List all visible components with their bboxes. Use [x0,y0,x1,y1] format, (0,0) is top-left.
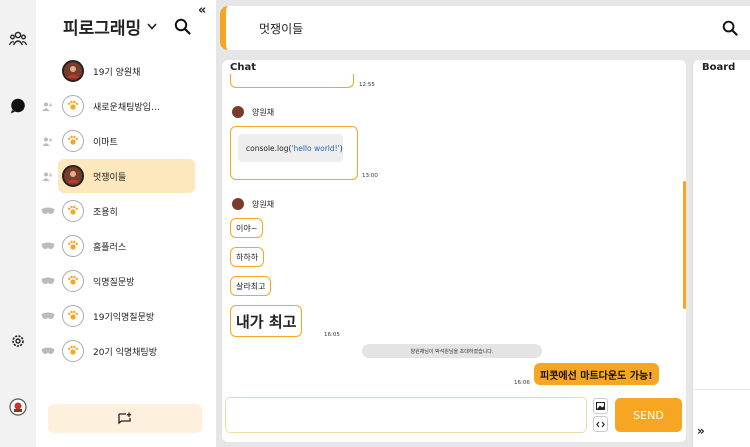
room-sidebar: 피로그래밍 « 19기 양원채새로운채팅방입… 이마트멋쟁이들조용히홈플러스익명질… [36,0,216,447]
room-item[interactable]: 이마트 [58,124,195,158]
room-item[interactable]: 20기 익명채팅방 [58,334,195,368]
system-notice: 양원채님이 박석원님을 초대하였습니다. [362,344,542,358]
room-name: 조용히 [93,207,118,218]
chat-bubble-icon[interactable] [8,96,28,116]
message-bubble: 하하하 [230,247,265,267]
room-item[interactable]: 홈플러스 [58,229,195,263]
board-panel: Board » [692,60,750,447]
chevron-down-icon [147,23,157,30]
message-sender: 양원채 [232,198,274,210]
code-block-icon[interactable] [593,416,608,432]
room-name: 홈플러스 [93,242,127,253]
sender-name: 양원채 [252,199,275,209]
room-name: 20기 익명채팅방 [93,347,157,358]
new-chat-icon [118,412,132,425]
anonymous-room-icon [41,311,55,321]
room-name: 19기 양원채 [93,67,141,78]
room-item[interactable]: 새로운채팅방입… [58,89,195,123]
room-header: 멋쟁이들 [220,6,750,50]
sender-avatar [232,198,244,210]
send-button[interactable]: SEND [615,398,682,432]
pirogramming-logo-icon [62,235,84,257]
chat-panel-label: Chat [230,62,256,73]
message-input[interactable] [225,397,587,433]
message-sender: 양원채 [232,106,274,118]
my-message-bubble: 피콧에선 마트다운도 가능! [534,363,659,385]
message-bubble: 이야~ [230,218,264,238]
code-string: 'hello world!' [291,143,340,153]
message-search-icon[interactable] [722,20,738,40]
group-room-icon [41,136,55,146]
message-bubble: 살라최고 [230,276,272,296]
left-rail [0,0,36,447]
message-bubble [230,74,354,88]
room-item[interactable]: 익명질문방 [58,264,195,298]
pirogramming-logo-icon [62,95,84,117]
image-upload-icon[interactable] [593,398,608,414]
pirogramming-logo-icon [62,130,84,152]
group-room-icon [41,101,55,111]
pirogramming-logo-icon [62,200,84,222]
divider [693,389,750,390]
message-time: 12:55 [359,82,375,88]
chat-scrollbar[interactable] [683,181,686,309]
room-avatar [62,165,84,187]
board-panel-label: Board [702,62,736,73]
anonymous-room-icon [41,206,55,216]
sender-name: 양원채 [252,107,275,117]
anonymous-room-icon [41,346,55,356]
pirogramming-logo-icon [62,305,84,327]
code-suffix: ) [339,143,343,153]
room-item[interactable]: 조용히 [58,194,195,228]
pirogramming-logo-icon [62,340,84,362]
collapse-sidebar-button[interactable]: « [198,3,206,18]
room-item[interactable]: 19기익명질문방 [58,299,195,333]
sidebar-search-icon[interactable] [174,18,191,39]
new-chat-button[interactable] [48,404,202,433]
chat-panel: Chat 12:55 양원채 console.log('hello world!… [222,60,686,442]
code-block: console.log('hello world!') [238,134,343,162]
room-name: 19기익명질문방 [93,312,155,323]
sender-avatar [232,106,244,118]
user-avatar-icon[interactable] [8,397,28,417]
workspace-title: 피로그래밍 [63,19,142,39]
room-name: 멋쟁이들 [93,172,127,183]
message-bubble-large: 내가 최고 [230,305,303,337]
code-prefix: console.log( [246,143,292,153]
room-item[interactable]: 멋쟁이들 [58,159,195,193]
room-name: 새로운채팅방입… [93,102,160,113]
group-room-icon [41,171,55,181]
room-avatar [62,60,84,82]
expand-board-button[interactable]: » [697,424,705,438]
workspace-selector[interactable]: 피로그래밍 [63,14,157,39]
room-item[interactable]: 19기 양원채 [58,54,195,88]
room-name: 이마트 [93,137,118,148]
anonymous-room-icon [41,276,55,286]
pirogramming-logo-icon [62,270,84,292]
settings-icon[interactable] [8,331,28,351]
anonymous-room-icon [41,241,55,251]
message-time: 16:06 [514,380,530,386]
message-time: 16:05 [324,332,340,338]
room-name: 익명질문방 [93,277,135,288]
community-icon[interactable] [8,29,28,49]
message-time: 13:00 [362,173,378,179]
room-title: 멋쟁이들 [259,22,304,36]
